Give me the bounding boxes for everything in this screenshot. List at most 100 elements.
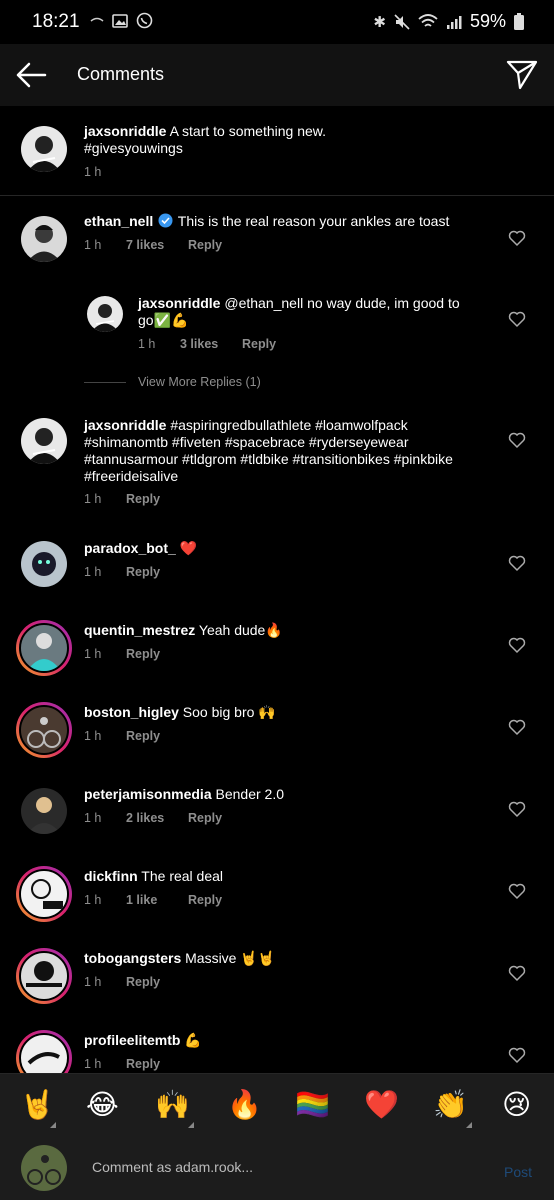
reply-likes[interactable]: 3 likes: [180, 337, 242, 351]
emoji-rock-on[interactable]: 🤘: [20, 1088, 55, 1122]
signal-icon: [446, 15, 462, 29]
comment-username[interactable]: jaxsonriddle: [84, 417, 166, 433]
reply-button[interactable]: Reply: [188, 811, 222, 825]
reply-button[interactable]: Reply: [126, 975, 160, 989]
comment-time: 1 h: [84, 492, 102, 506]
page-title: Comments: [77, 64, 165, 84]
comment-time: 1 h: [84, 1057, 102, 1071]
comment-item: tobogangsters Massive 🤘🤘 1 h Reply: [0, 930, 554, 1012]
view-more-label: View More Replies (1): [138, 375, 261, 389]
comment-time: 1 h: [84, 647, 102, 661]
emoji-rainbow-flag[interactable]: 🏳️‍🌈: [295, 1088, 330, 1122]
avatar[interactable]: [21, 788, 67, 834]
avatar[interactable]: [21, 418, 67, 464]
emoji-raised-hands[interactable]: 🙌: [155, 1088, 190, 1122]
comment-text: ❤️: [175, 540, 198, 556]
send-icon[interactable]: [506, 58, 538, 90]
comment-text: The real deal: [137, 868, 224, 884]
avatar[interactable]: [87, 296, 123, 332]
reply-button[interactable]: Reply: [242, 337, 276, 351]
reply-button[interactable]: Reply: [126, 492, 160, 506]
system-status: ✱ 59%: [373, 11, 524, 32]
skin-tone-indicator: [50, 1122, 56, 1128]
comment-item: quentin_mestrez Yeah dude🔥 1 h Reply: [0, 602, 554, 684]
avatar[interactable]: [16, 866, 72, 922]
comment-username[interactable]: dickfinn: [84, 868, 138, 884]
avatar[interactable]: [21, 216, 67, 262]
caption-time: 1 h: [84, 165, 102, 179]
comment-text: Soo big bro 🙌: [178, 704, 276, 720]
avatar[interactable]: [21, 541, 67, 587]
notification-icon: [90, 17, 104, 22]
comment-text: Massive 🤘🤘: [181, 950, 276, 966]
heart-icon[interactable]: [508, 964, 526, 982]
reply-button[interactable]: Reply: [188, 893, 222, 907]
heart-icon[interactable]: [508, 554, 526, 572]
avatar[interactable]: [16, 948, 72, 1004]
reply-button[interactable]: Reply: [126, 1057, 160, 1071]
comment-text: 💪: [180, 1032, 202, 1048]
skin-tone-indicator: [466, 1122, 472, 1128]
bluetooth-icon: ✱: [373, 13, 386, 31]
heart-icon[interactable]: [508, 229, 526, 247]
whatsapp-icon: [136, 12, 153, 29]
caption-hashtag[interactable]: #givesyouwings: [84, 140, 183, 156]
emoji-fire[interactable]: 🔥: [227, 1088, 262, 1122]
heart-icon[interactable]: [508, 882, 526, 900]
reply-button[interactable]: Reply: [126, 565, 160, 579]
heart-icon[interactable]: [508, 310, 526, 328]
gallery-icon: [112, 13, 128, 28]
post-button[interactable]: Post: [504, 1164, 532, 1180]
emoji-laughing[interactable]: 😂: [86, 1088, 119, 1122]
comment-username[interactable]: profileelitemtb: [84, 1032, 180, 1048]
reply-button[interactable]: Reply: [126, 729, 160, 743]
comment-likes[interactable]: 7 likes: [126, 238, 188, 252]
comment-item: boston_higley Soo big bro 🙌 1 h Reply: [0, 684, 554, 766]
emoji-quick-bar: 🤘 😂 🙌 🔥 🏳️‍🌈 ❤️ 👏 😢: [0, 1073, 554, 1137]
emoji-heart[interactable]: ❤️: [364, 1088, 399, 1122]
reply-button[interactable]: Reply: [188, 238, 222, 252]
comment-username[interactable]: paradox_bot_: [84, 540, 176, 556]
comment-likes[interactable]: 1 like: [126, 893, 188, 907]
heart-icon[interactable]: [508, 718, 526, 736]
comment-time: 1 h: [84, 975, 102, 989]
comment-text: Yeah dude🔥: [195, 622, 283, 638]
comment-text: This is the real reason your ankles are …: [174, 213, 450, 229]
comment-item: peterjamisonmedia Bender 2.0 1 h 2 likes…: [0, 766, 554, 848]
heart-icon[interactable]: [508, 636, 526, 654]
comment-username[interactable]: ethan_nell: [84, 213, 153, 229]
emoji-crying[interactable]: 😢: [502, 1088, 531, 1122]
battery-icon: [514, 13, 524, 30]
comment-composer: Post: [0, 1137, 554, 1200]
heart-icon[interactable]: [508, 800, 526, 818]
heart-icon[interactable]: [508, 431, 526, 449]
comment-item: jaxsonriddle #aspiringredbullathlete #lo…: [0, 398, 554, 518]
view-more-replies[interactable]: View More Replies (1): [84, 375, 261, 389]
comment-username[interactable]: boston_higley: [84, 704, 179, 720]
comment-item: paradox_bot_ ❤️ 1 h Reply: [0, 520, 554, 602]
reply-username[interactable]: jaxsonriddle: [138, 295, 220, 311]
status-time: 18:21: [32, 11, 80, 32]
comment-username[interactable]: tobogangsters: [84, 950, 181, 966]
comment-item: profileelitemtb 💪 1 h Reply: [0, 1012, 554, 1073]
comment-username[interactable]: peterjamisonmedia: [84, 786, 212, 802]
comment-time: 1 h: [84, 893, 102, 907]
comment-time: 1 h: [84, 238, 102, 252]
battery-percent: 59%: [469, 11, 506, 31]
comment-input[interactable]: [92, 1159, 472, 1175]
avatar[interactable]: [16, 702, 72, 758]
comment-likes[interactable]: 2 likes: [126, 811, 188, 825]
comment-item: ethan_nell This is the real reason your …: [0, 196, 554, 276]
back-arrow-icon[interactable]: [14, 58, 48, 92]
avatar[interactable]: [16, 620, 72, 676]
reply-button[interactable]: Reply: [126, 647, 160, 661]
user-avatar: [21, 1145, 67, 1191]
caption-text: A start to something new.: [166, 123, 327, 139]
avatar[interactable]: [16, 1030, 72, 1073]
comment-username[interactable]: quentin_mestrez: [84, 622, 195, 638]
heart-icon[interactable]: [508, 1046, 526, 1064]
emoji-clapping[interactable]: 👏: [433, 1088, 468, 1122]
mute-icon: [394, 13, 410, 30]
caption-username[interactable]: jaxsonriddle: [84, 123, 166, 139]
avatar[interactable]: [21, 126, 67, 172]
